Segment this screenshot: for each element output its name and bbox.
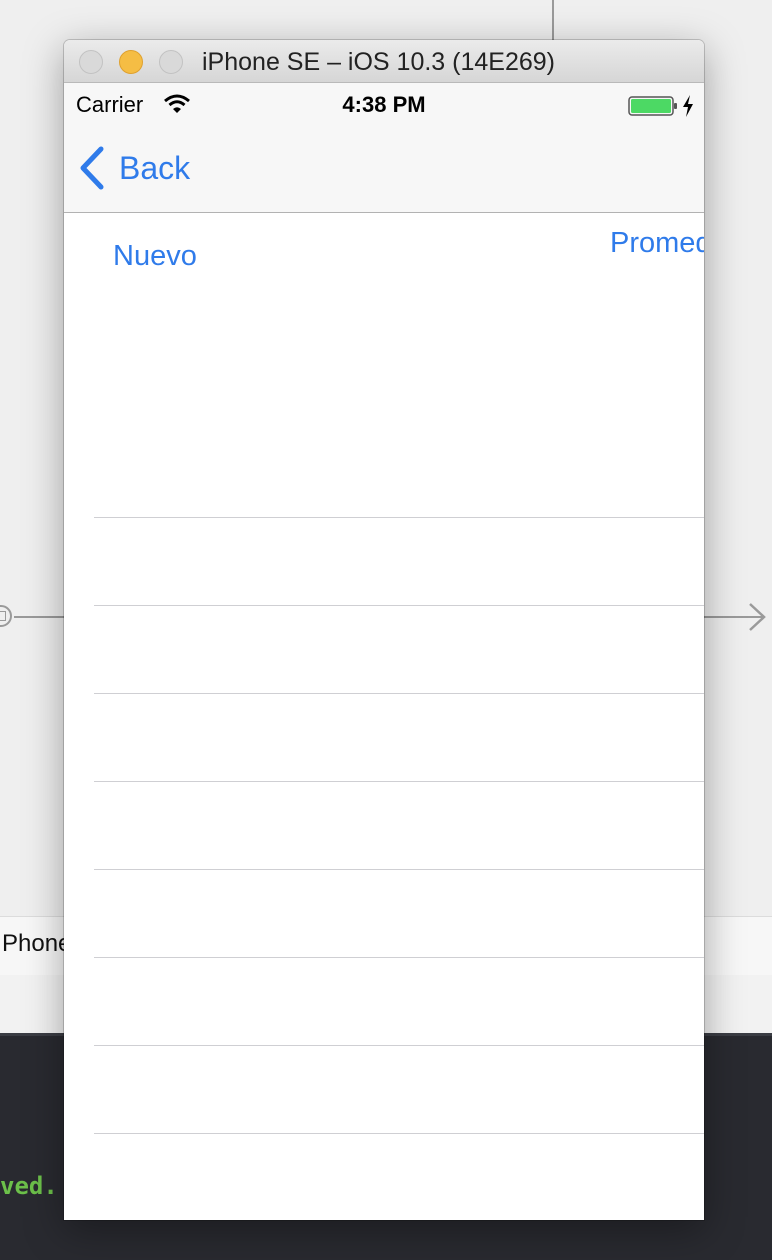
- simulator-window: iPhone SE – iOS 10.3 (14E269) Carrier 4:…: [64, 40, 704, 1220]
- device-label[interactable]: Phone: [2, 930, 71, 958]
- window-title: iPhone SE – iOS 10.3 (14E269): [202, 48, 556, 76]
- close-button[interactable]: [79, 50, 103, 74]
- charging-bolt-icon: [683, 95, 693, 117]
- back-button[interactable]: Back: [78, 145, 190, 191]
- segue-line-left: [14, 616, 64, 618]
- chevron-left-icon: [80, 146, 104, 190]
- minimize-button[interactable]: [119, 50, 143, 74]
- table-row-separator: [94, 1045, 704, 1046]
- arrow-right-icon: [749, 603, 766, 631]
- table-row-separator: [94, 693, 704, 694]
- table-row-separator: [94, 517, 704, 518]
- zoom-button[interactable]: [159, 50, 183, 74]
- new-button[interactable]: Nuevo: [113, 240, 197, 273]
- table-row-separator: [94, 869, 704, 870]
- segue-line-top: [552, 0, 554, 40]
- main-content: Nuevo Promed: [64, 213, 704, 1220]
- window-titlebar[interactable]: iPhone SE – iOS 10.3 (14E269): [64, 40, 704, 83]
- back-label: Back: [119, 149, 191, 186]
- table-row-separator: [94, 1133, 704, 1134]
- battery-icon: [628, 96, 677, 116]
- table-row-separator: [94, 957, 704, 958]
- status-bar: Carrier 4:38 PM: [64, 83, 704, 125]
- table-row-separator: [94, 605, 704, 606]
- navigation-bar: Back: [64, 125, 704, 213]
- average-button[interactable]: Promed: [610, 227, 704, 260]
- clock: 4:38 PM: [342, 92, 426, 117]
- console-output: ved.: [0, 1172, 58, 1200]
- table-row-separator: [94, 781, 704, 782]
